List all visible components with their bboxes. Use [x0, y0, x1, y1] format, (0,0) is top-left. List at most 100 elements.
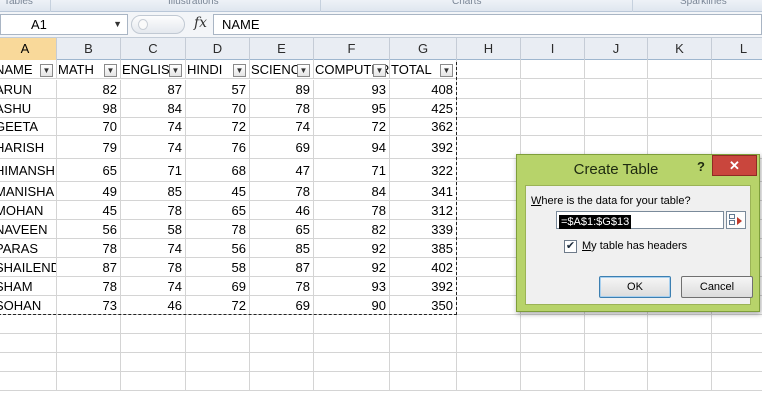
- empty-cell[interactable]: [186, 334, 250, 353]
- table-cell[interactable]: 82: [57, 80, 121, 99]
- empty-cell[interactable]: [457, 372, 521, 391]
- table-cell[interactable]: SHAM: [0, 277, 57, 296]
- empty-cell[interactable]: [521, 315, 585, 334]
- column-header-a[interactable]: A: [0, 38, 57, 60]
- table-cell[interactable]: 56: [57, 220, 121, 239]
- table-cell[interactable]: SOHAN: [0, 296, 57, 315]
- table-cell[interactable]: 65: [57, 159, 121, 182]
- empty-cell[interactable]: [57, 372, 121, 391]
- table-header-cell[interactable]: ENGLISH ▼: [121, 60, 186, 79]
- table-cell[interactable]: 71: [314, 159, 390, 182]
- empty-cell[interactable]: [250, 372, 314, 391]
- table-cell[interactable]: 45: [57, 201, 121, 220]
- table-cell[interactable]: 58: [186, 258, 250, 277]
- table-cell[interactable]: 408: [390, 80, 457, 99]
- table-cell[interactable]: NAVEEN: [0, 220, 57, 239]
- empty-cell[interactable]: [457, 80, 521, 99]
- empty-cell[interactable]: [457, 201, 521, 220]
- table-cell[interactable]: 76: [186, 136, 250, 159]
- empty-cell[interactable]: [712, 372, 762, 391]
- table-header-cell[interactable]: HINDI ▼: [186, 60, 250, 79]
- empty-cell[interactable]: [585, 80, 648, 99]
- table-cell[interactable]: 78: [186, 220, 250, 239]
- empty-cell[interactable]: [457, 353, 521, 372]
- empty-cell[interactable]: [521, 372, 585, 391]
- table-cell[interactable]: 69: [250, 136, 314, 159]
- empty-cell[interactable]: [0, 353, 57, 372]
- column-header-h[interactable]: H: [457, 38, 521, 60]
- empty-cell[interactable]: [712, 353, 762, 372]
- table-cell[interactable]: 58: [121, 220, 186, 239]
- table-cell[interactable]: GEETA: [0, 118, 57, 136]
- empty-cell[interactable]: [648, 118, 712, 136]
- table-cell[interactable]: MOHAN: [0, 201, 57, 220]
- table-cell[interactable]: 87: [250, 258, 314, 277]
- empty-cell[interactable]: [0, 334, 57, 353]
- table-header-cell[interactable]: MATH ▼: [57, 60, 121, 79]
- table-cell[interactable]: 89: [250, 80, 314, 99]
- chevron-down-icon[interactable]: ▼: [113, 15, 122, 34]
- collapse-dialog-button[interactable]: [726, 211, 746, 229]
- table-cell[interactable]: 78: [121, 258, 186, 277]
- filter-dropdown-icon[interactable]: ▼: [40, 64, 53, 77]
- empty-cell[interactable]: [648, 315, 712, 334]
- empty-cell[interactable]: [585, 353, 648, 372]
- table-cell[interactable]: 93: [314, 80, 390, 99]
- table-cell[interactable]: PARAS: [0, 239, 57, 258]
- empty-cell[interactable]: [57, 353, 121, 372]
- table-cell[interactable]: 56: [186, 239, 250, 258]
- empty-cell[interactable]: [250, 334, 314, 353]
- table-cell[interactable]: 78: [314, 201, 390, 220]
- empty-cell[interactable]: [712, 60, 762, 79]
- table-cell[interactable]: 46: [250, 201, 314, 220]
- table-cell[interactable]: 92: [314, 258, 390, 277]
- empty-cell[interactable]: [57, 334, 121, 353]
- empty-cell[interactable]: [712, 118, 762, 136]
- table-cell[interactable]: 90: [314, 296, 390, 315]
- table-cell[interactable]: 341: [390, 182, 457, 201]
- table-cell[interactable]: 74: [121, 118, 186, 136]
- empty-cell[interactable]: [585, 99, 648, 118]
- column-header-k[interactable]: K: [648, 38, 712, 60]
- table-cell[interactable]: 72: [314, 118, 390, 136]
- headers-checkbox-label[interactable]: My table has headers: [582, 240, 687, 252]
- table-cell[interactable]: 392: [390, 277, 457, 296]
- table-cell[interactable]: 74: [121, 277, 186, 296]
- empty-cell[interactable]: [186, 315, 250, 334]
- table-cell[interactable]: 78: [57, 277, 121, 296]
- table-cell[interactable]: 425: [390, 99, 457, 118]
- empty-cell[interactable]: [390, 334, 457, 353]
- table-cell[interactable]: 69: [186, 277, 250, 296]
- empty-cell[interactable]: [457, 159, 521, 182]
- filter-dropdown-icon[interactable]: ▼: [104, 64, 117, 77]
- table-header-cell[interactable]: SCIENCE ▼: [250, 60, 314, 79]
- empty-cell[interactable]: [457, 136, 521, 159]
- table-cell[interactable]: 93: [314, 277, 390, 296]
- empty-cell[interactable]: [457, 118, 521, 136]
- table-cell[interactable]: 74: [121, 239, 186, 258]
- column-header-f[interactable]: F: [314, 38, 390, 60]
- table-cell[interactable]: 92: [314, 239, 390, 258]
- empty-cell[interactable]: [314, 353, 390, 372]
- table-cell[interactable]: 78: [250, 277, 314, 296]
- column-header-e[interactable]: E: [250, 38, 314, 60]
- empty-cell[interactable]: [712, 99, 762, 118]
- cancel-button[interactable]: Cancel: [681, 276, 753, 298]
- column-header-b[interactable]: B: [57, 38, 121, 60]
- table-cell[interactable]: 46: [121, 296, 186, 315]
- table-cell[interactable]: 74: [250, 118, 314, 136]
- empty-cell[interactable]: [314, 372, 390, 391]
- table-cell[interactable]: 78: [57, 239, 121, 258]
- table-cell[interactable]: 71: [121, 159, 186, 182]
- table-cell[interactable]: 65: [250, 220, 314, 239]
- empty-cell[interactable]: [250, 353, 314, 372]
- empty-cell[interactable]: [121, 353, 186, 372]
- empty-cell[interactable]: [521, 334, 585, 353]
- empty-cell[interactable]: [314, 334, 390, 353]
- empty-cell[interactable]: [521, 353, 585, 372]
- empty-cell[interactable]: [121, 334, 186, 353]
- table-cell[interactable]: HIMANSHU: [0, 159, 57, 182]
- table-cell[interactable]: SHAILENDRA: [0, 258, 57, 277]
- table-cell[interactable]: 78: [250, 182, 314, 201]
- table-cell[interactable]: 82: [314, 220, 390, 239]
